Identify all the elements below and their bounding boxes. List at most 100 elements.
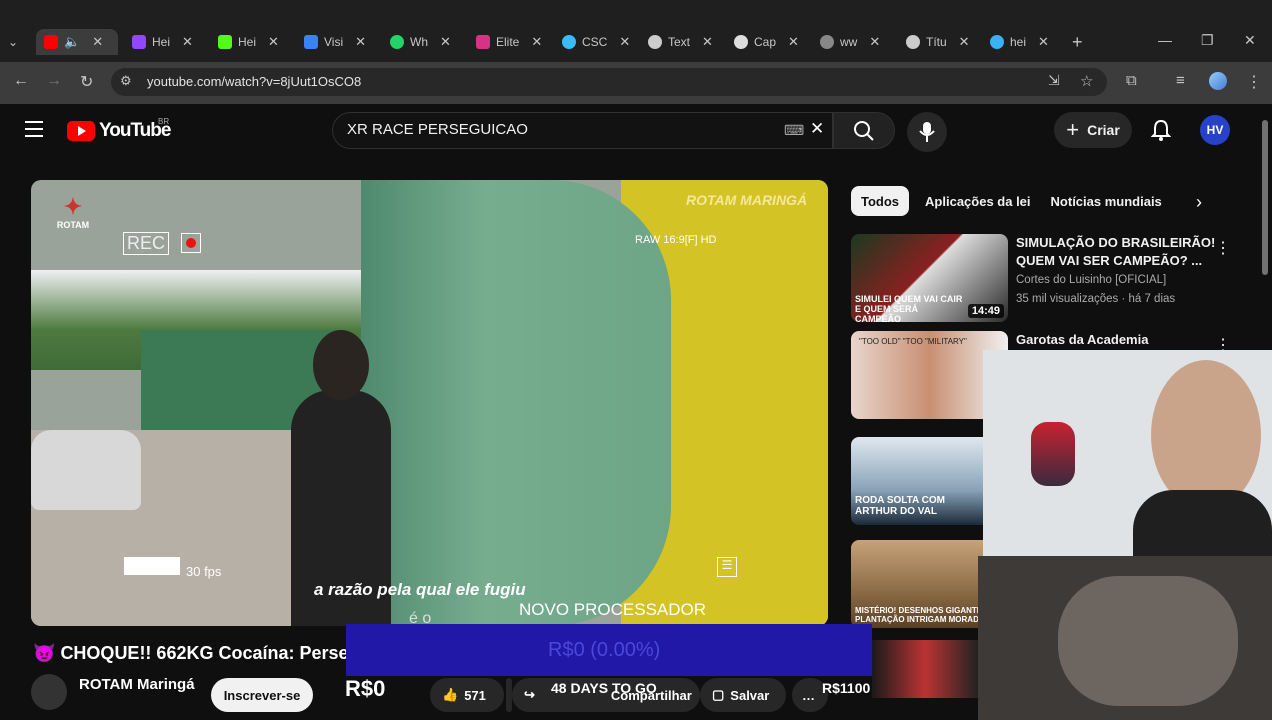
reload-icon[interactable]: ↻ [80,72,93,92]
recommendation-title[interactable]: Garotas da Academia [1016,331,1216,349]
twitch-icon [132,35,146,49]
keyboard-icon[interactable]: ⌨ [784,122,804,139]
close-window-icon[interactable]: ✕ [1244,32,1256,49]
create-button[interactable]: + Criar [1054,112,1132,148]
page-scrollbar[interactable] [1262,120,1268,275]
more-options-icon[interactable]: ⋮ [1215,238,1231,258]
close-tab-icon[interactable]: ✕ [788,34,799,50]
chip-noticias-mundiais[interactable]: Notícias mundiais [1047,186,1166,216]
globe-icon [990,35,1004,49]
recommendation-views: 35 mil visualizações · há 7 dias [1016,293,1176,305]
back-icon[interactable]: ← [13,72,29,90]
youtube-icon [44,35,58,49]
rotam-logo: ✦ ROTAM [56,194,90,230]
rec-indicator: REC [123,232,170,255]
close-tab-icon[interactable]: ✕ [355,34,366,50]
close-tab-icon[interactable]: ✕ [869,34,880,50]
devil-emoji-icon: 😈 [33,643,56,663]
streamer-face [1151,360,1261,510]
microphone-in-webcam [1031,422,1075,486]
tab-item[interactable]: Elite ✕ [476,29,542,55]
close-tab-icon[interactable]: ✕ [619,34,630,50]
speaker-icon: 🔈 [64,34,81,49]
notifications-bell-icon[interactable] [1150,119,1172,146]
video-title: 😈 CHOQUE!! 662KG Cocaína: Perseg [33,643,360,663]
v-icon [304,35,318,49]
bookmark-star-icon[interactable]: ☆ [1080,72,1093,90]
youtube-logo[interactable]: YouTube [67,120,171,142]
clear-search-icon[interactable]: ✕ [810,119,824,139]
account-avatar[interactable]: HV [1200,115,1230,145]
tab-search-button[interactable]: ⌄ [8,29,18,55]
recommendation-item[interactable]: SIMULEI QUEM VAI CAIR E QUEM SERÁ CAMPEÃ… [851,234,1251,326]
thumbs-up-icon: 👍 [442,687,459,702]
search-button[interactable] [833,112,895,149]
recommendation-channel[interactable]: Cortes do Luisinho [OFICIAL] [1016,274,1166,286]
youtube-play-icon [67,121,95,141]
forward-icon[interactable]: → [46,72,62,90]
close-tab-icon[interactable]: ✕ [531,34,542,50]
donation-goal-label: R$1100 [822,680,871,696]
recommendation-title[interactable]: SIMULAÇÃO DO BRASILEIRÃO! QUEM VAI SER C… [1016,234,1216,270]
channel-name[interactable]: ROTAM Maringá [79,676,195,693]
voice-search-button[interactable] [907,112,947,152]
close-tab-icon[interactable]: ✕ [92,34,103,50]
save-button[interactable]: ▢ Salvar [700,678,786,712]
tab-item[interactable]: ww ✕ [820,29,880,55]
tab-item[interactable]: Cap ✕ [734,29,799,55]
restore-icon[interactable]: ❐ [1201,32,1214,49]
search-query: XR RACE PERSEGUICAO [347,121,528,138]
search-icon [854,121,874,141]
tab-item[interactable]: CSC ✕ [562,29,630,55]
profile-avatar-icon[interactable] [1209,72,1227,90]
video-player[interactable]: ✦ ROTAM REC ROTAM MARINGÁ RAW 16:9[F] HD … [31,180,828,626]
video-thumbnail[interactable] [872,640,978,698]
minimize-icon[interactable]: — [1158,32,1172,48]
openai-icon [648,35,662,49]
subscribe-button[interactable]: Inscrever-se [211,678,313,712]
share-icon: ↪ [524,687,535,702]
video-scene-car [31,430,141,510]
tab-item[interactable]: hei ✕ [990,29,1049,55]
hamburger-menu-icon[interactable] [25,121,43,137]
tab-item[interactable]: Hei ✕ [218,29,279,55]
menu-list-icon: ☰ [717,557,737,577]
tab-item[interactable]: Hei ✕ [132,29,193,55]
tab-item[interactable]: Text ✕ [648,29,713,55]
browser-menu-icon[interactable]: ⋮ [1246,72,1262,92]
like-button[interactable]: 👍 571 [430,678,504,712]
install-app-icon[interactable]: ⇲ [1048,72,1060,89]
new-tab-button[interactable]: + [1072,29,1083,55]
close-tab-icon[interactable]: ✕ [1038,34,1049,50]
site-info-icon[interactable]: ⚙ [120,73,132,89]
plus-icon: + [1066,117,1080,142]
close-tab-icon[interactable]: ✕ [440,34,451,50]
tab-item[interactable]: Visi ✕ [304,29,366,55]
chip-aplicacoes-da-lei[interactable]: Aplicações da lei [921,186,1035,216]
openai-icon [906,35,920,49]
close-tab-icon[interactable]: ✕ [959,34,970,50]
kick-icon [218,35,232,49]
channel-avatar[interactable] [31,674,67,710]
filter-chips: Todos Aplicações da lei Notícias mundiai… [851,186,1166,216]
rec-dot-icon [181,233,201,253]
tab-item[interactable]: Wh ✕ [390,29,451,55]
processor-overlay-text: NOVO PROCESSADOR [519,600,707,619]
video-thumbnail[interactable]: SIMULEI QUEM VAI CAIR E QUEM SERÁ CAMPEÃ… [851,234,1008,322]
chip-todos[interactable]: Todos [851,186,910,216]
tab-item[interactable]: Títu ✕ [906,29,970,55]
whatsapp-icon [390,35,404,49]
tab-youtube[interactable]: 🔈 ✕ [36,29,118,55]
close-tab-icon[interactable]: ✕ [182,34,193,50]
chevron-right-icon[interactable]: › [1196,192,1202,213]
close-tab-icon[interactable]: ✕ [268,34,279,50]
media-controls-icon[interactable]: ≡ [1176,72,1185,89]
close-tab-icon[interactable]: ✕ [702,34,713,50]
country-code: BR [158,117,170,126]
check-icon [820,35,834,49]
donation-amount: R$0 (0.00%) [548,639,661,661]
save-icon: ▢ [712,687,725,702]
extensions-icon[interactable]: ⧉ [1126,72,1137,89]
webcam-blur-area [978,556,1272,720]
streamer-shirt [1133,490,1272,556]
